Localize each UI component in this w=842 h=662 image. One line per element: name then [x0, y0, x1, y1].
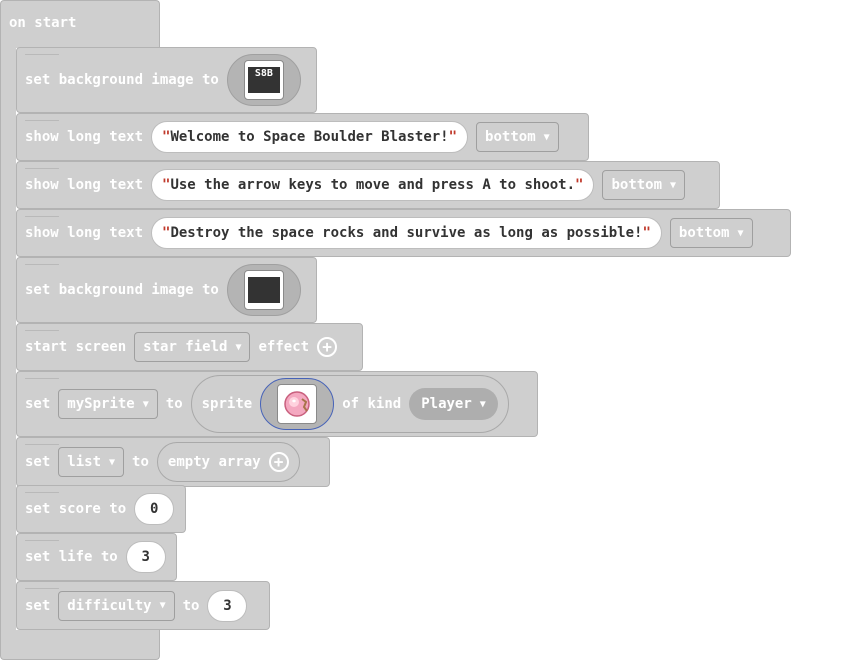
caret-down-icon: ▼ [235, 341, 242, 353]
sprite-image-picker[interactable] [260, 378, 335, 430]
caret-down-icon: ▼ [737, 227, 744, 239]
variable-dropdown[interactable]: difficulty ▼ [58, 590, 175, 621]
dropdown-value: bottom [611, 177, 663, 193]
set-score-block[interactable]: set score to 0 [16, 485, 186, 533]
caret-down-icon: ▼ [159, 600, 166, 611]
set-list-block[interactable]: set list ▼ to empty array + [16, 437, 330, 487]
block-label: set score to [25, 501, 127, 517]
show-long-text-block[interactable]: show long text " Welcome to Space Boulde… [16, 113, 589, 161]
position-dropdown[interactable]: bottom ▼ [476, 122, 559, 152]
image-picker[interactable]: S8B [226, 54, 301, 106]
block-label: set [25, 597, 51, 614]
set-background-image-block[interactable]: set background image to S8B [16, 47, 317, 113]
caret-down-icon: ▼ [670, 179, 677, 191]
image-thumbnail [243, 270, 284, 310]
plus-circle-icon[interactable]: + [317, 337, 338, 357]
show-long-text-block[interactable]: show long text " Use the arrow keys to m… [16, 161, 720, 209]
plus-circle-icon[interactable]: + [268, 452, 289, 472]
block-label: show long text [25, 129, 144, 145]
dropdown-value: bottom [678, 225, 730, 241]
block-label: set background image to [25, 72, 219, 88]
background-image-thumb: S8B [247, 67, 280, 93]
block-label: start screen [25, 339, 127, 355]
create-sprite-reporter[interactable]: sprite of kind Player ▼ [190, 375, 509, 433]
dropdown-value: mySprite [67, 396, 135, 412]
position-dropdown[interactable]: bottom ▼ [669, 218, 753, 248]
quote-close: " [642, 225, 651, 241]
show-long-text-block[interactable]: show long text " Destroy the space rocks… [16, 209, 791, 257]
quote-close: " [575, 177, 584, 193]
text-input[interactable]: " Use the arrow keys to move and press A… [151, 169, 595, 201]
variable-dropdown[interactable]: list ▼ [58, 447, 125, 477]
on-start-footer [0, 630, 160, 660]
start-screen-effect-block[interactable]: start screen star field ▼ effect + [16, 323, 363, 371]
on-start-block[interactable]: on start [0, 0, 160, 48]
quote-open: " [162, 177, 171, 193]
image-thumbnail: S8B [243, 60, 284, 100]
on-start-spine [0, 47, 16, 633]
block-label: to [182, 597, 200, 614]
life-value-input[interactable]: 3 [125, 541, 166, 573]
set-sprite-block[interactable]: set mySprite ▼ to sprite of kind Player … [16, 371, 538, 437]
block-label: effect [258, 339, 310, 355]
dropdown-value: list [67, 454, 102, 470]
text-value: Destroy the space rocks and survive as l… [170, 225, 643, 241]
position-dropdown[interactable]: bottom ▼ [602, 170, 686, 200]
effect-dropdown[interactable]: star field ▼ [134, 332, 251, 362]
pink-sprite-icon [284, 391, 310, 417]
block-label: empty array [167, 454, 261, 470]
block-label: set [25, 454, 51, 470]
text-input[interactable]: " Destroy the space rocks and survive as… [151, 217, 662, 249]
block-label: set background image to [25, 282, 219, 298]
caret-down-icon: ▼ [142, 398, 149, 410]
image-picker[interactable] [226, 264, 301, 316]
dropdown-value: Player [421, 396, 472, 412]
set-difficulty-block[interactable]: set difficulty ▼ to 3 [16, 581, 270, 630]
block-label: set [25, 396, 51, 412]
block-label: show long text [25, 225, 144, 241]
block-label: sprite [201, 396, 253, 412]
caret-down-icon: ▼ [543, 131, 550, 143]
text-input[interactable]: " Welcome to Space Boulder Blaster! " [151, 121, 469, 153]
block-label: to [165, 396, 183, 412]
block-label: of kind [342, 396, 402, 412]
caret-down-icon: ▼ [479, 398, 486, 410]
dropdown-value: difficulty [67, 597, 152, 614]
text-value: Use the arrow keys to move and press A t… [170, 177, 576, 193]
quote-close: " [448, 129, 458, 145]
block-label: show long text [25, 177, 144, 193]
kind-dropdown[interactable]: Player ▼ [409, 388, 498, 420]
set-life-block[interactable]: set life to 3 [16, 533, 177, 581]
sprite-thumbnail [277, 384, 318, 424]
dropdown-value: star field [143, 339, 228, 355]
text-value: Welcome to Space Boulder Blaster! [170, 129, 449, 145]
set-background-image-block[interactable]: set background image to [16, 257, 317, 323]
background-image-thumb [247, 277, 280, 303]
quote-open: " [162, 129, 171, 145]
variable-dropdown[interactable]: mySprite ▼ [58, 389, 158, 419]
dropdown-value: bottom [485, 129, 536, 145]
quote-open: " [162, 225, 171, 241]
difficulty-value-input[interactable]: 3 [207, 589, 248, 622]
block-label: to [132, 454, 149, 470]
caret-down-icon: ▼ [109, 456, 116, 468]
block-label: set life to [25, 549, 118, 565]
empty-array-reporter[interactable]: empty array + [156, 442, 300, 482]
on-start-label: on start [9, 15, 77, 31]
score-value-input[interactable]: 0 [134, 493, 175, 525]
